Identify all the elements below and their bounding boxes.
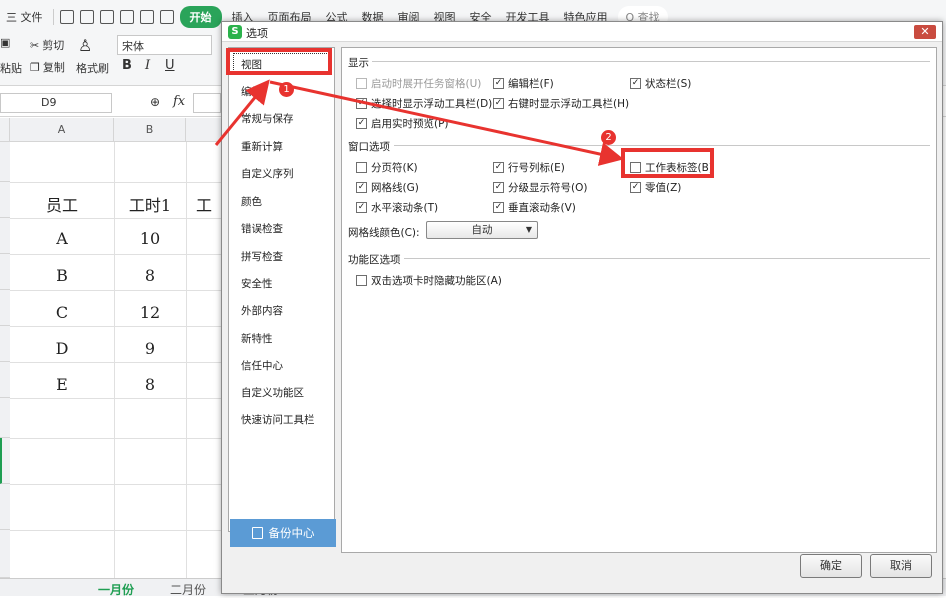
step-marker-2: 2 — [601, 130, 616, 145]
annotation-arrows — [214, 79, 624, 166]
step-marker-1: 1 — [279, 82, 294, 97]
arrow-to-sheet-tabs — [269, 80, 624, 166]
arrow-to-view — [214, 79, 270, 146]
